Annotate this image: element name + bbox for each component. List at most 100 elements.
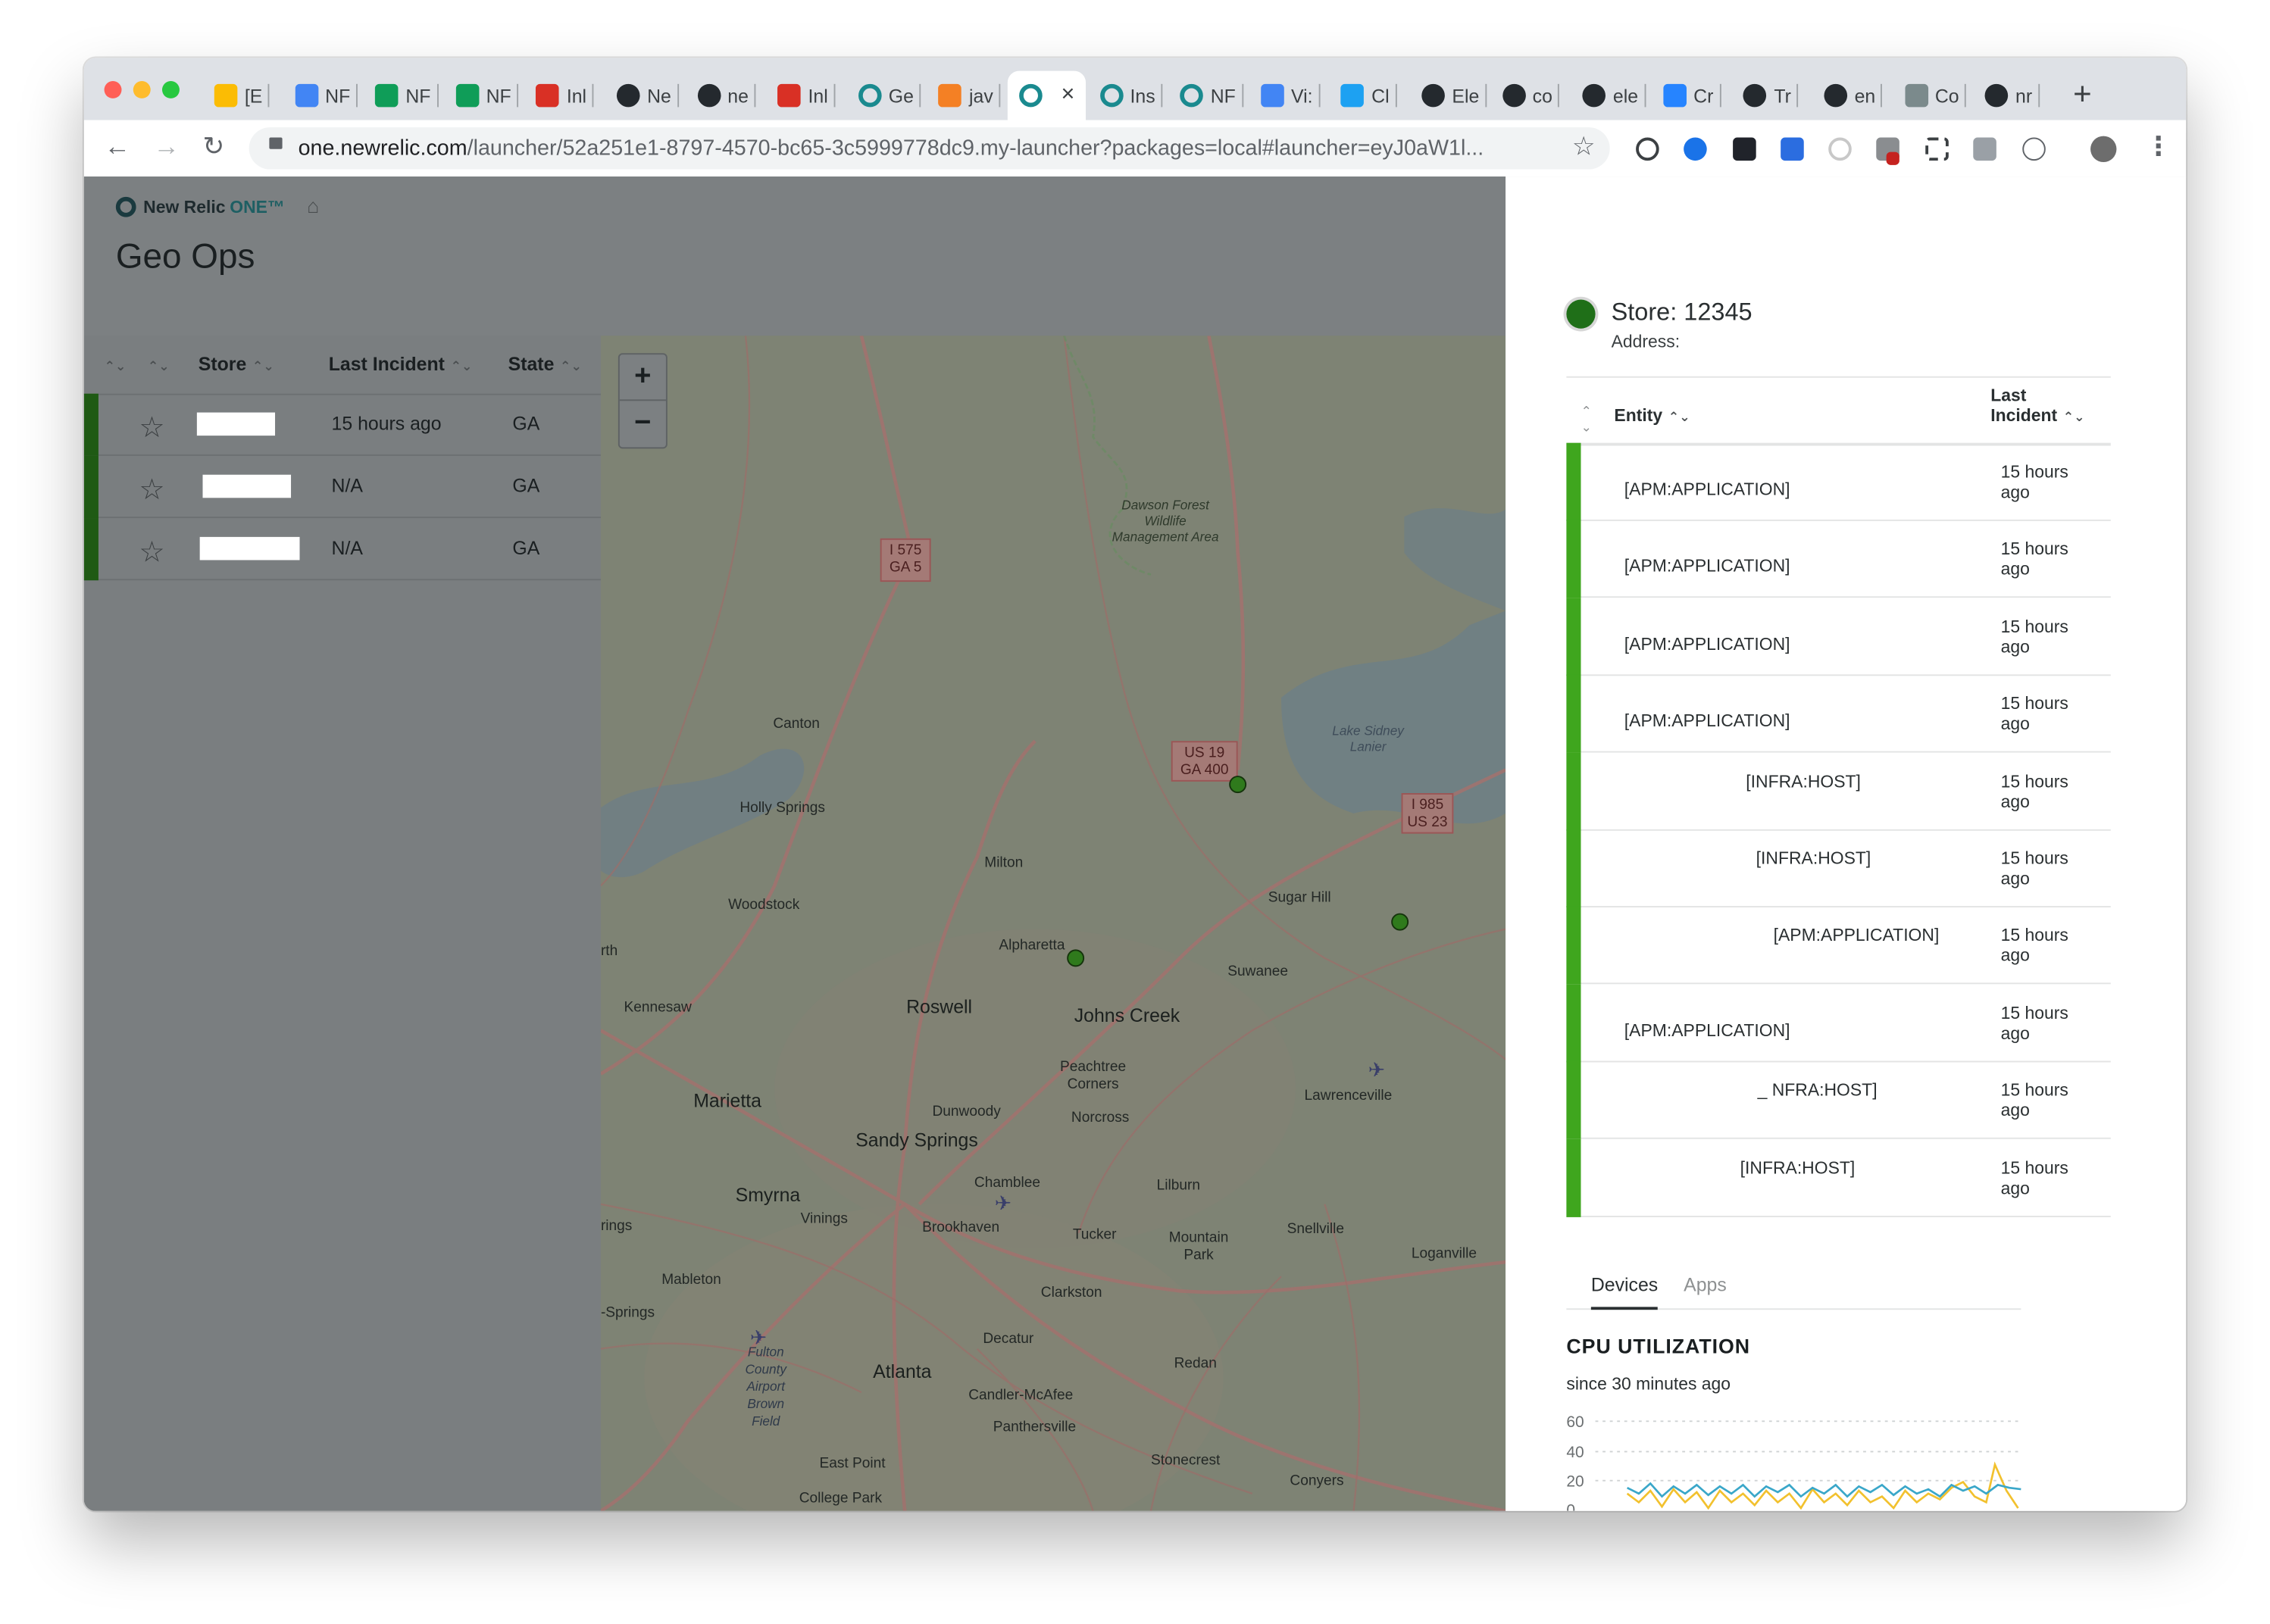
browser-tab[interactable]: en xyxy=(1824,78,1883,113)
close-tab-icon[interactable]: × xyxy=(1062,83,1075,108)
entity-row[interactable]: [INFRA:HOST] 15 hours ago xyxy=(1566,1138,2111,1217)
onepassword-extension-icon[interactable] xyxy=(1636,137,1659,161)
entity-row[interactable]: [APM:APPLICATION] 15 hours ago xyxy=(1566,983,2111,1063)
column-last-incident[interactable]: Last Incident ⌃⌄ xyxy=(329,353,473,375)
bookmark-star-icon[interactable]: ☆ xyxy=(1572,132,1596,162)
sort-column-health[interactable]: ⌃⌄ xyxy=(1581,404,1591,436)
browser-tab[interactable]: ele xyxy=(1582,78,1646,113)
entity-name[interactable]: _ NFRA:HOST] xyxy=(1758,1080,1878,1101)
minimize-window-button[interactable] xyxy=(133,80,151,98)
zoom-in-button[interactable]: + xyxy=(619,354,666,401)
browser-tab[interactable]: Inl xyxy=(777,78,836,113)
entity-name[interactable]: [APM:APPLICATION] xyxy=(1774,926,1940,946)
column-state[interactable]: State ⌃⌄ xyxy=(508,353,582,375)
column-entity[interactable]: Entity ⌃⌄ xyxy=(1614,405,1690,426)
entity-name[interactable]: [INFRA:HOST] xyxy=(1740,1157,1856,1178)
browser-tab[interactable]: ne xyxy=(697,78,756,113)
browser-tab[interactable]: Cr xyxy=(1663,78,1721,113)
back-button[interactable]: ← xyxy=(105,132,130,162)
new-tab-button[interactable]: + xyxy=(2073,75,2092,113)
state-cell: GA xyxy=(512,412,540,435)
table-row[interactable]: ☆ N/A GA xyxy=(83,518,601,581)
status-bar xyxy=(83,455,98,519)
entity-row[interactable]: [APM:APPLICATION] 15 hours ago xyxy=(1566,597,2111,676)
circle-extension-icon[interactable] xyxy=(1684,137,1707,161)
map-label: Vinings xyxy=(800,1211,848,1228)
sort-column-health[interactable]: ⌃⌄ xyxy=(98,353,127,375)
favorite-star-icon[interactable]: ☆ xyxy=(139,472,164,508)
redacted-store-id xyxy=(199,536,300,561)
browser-tab[interactable]: × xyxy=(1007,70,1087,120)
profile-avatar[interactable] xyxy=(2090,136,2117,162)
tab-apps[interactable]: Apps xyxy=(1684,1273,1727,1295)
tab-devices[interactable]: Devices xyxy=(1590,1273,1659,1310)
browser-tab[interactable]: co xyxy=(1502,78,1560,113)
timer-extension-icon[interactable] xyxy=(1828,137,1852,161)
screenshot-extension-icon[interactable] xyxy=(1925,137,1949,161)
entity-name[interactable]: [APM:APPLICATION] xyxy=(1624,1020,1790,1041)
maximize-window-button[interactable] xyxy=(161,80,180,98)
entity-row[interactable]: [APM:APPLICATION] 15 hours ago xyxy=(1566,442,2111,521)
entity-name[interactable]: [APM:APPLICATION] xyxy=(1624,479,1790,499)
browser-tab[interactable]: jav xyxy=(938,78,1001,113)
browser-tab[interactable]: Co xyxy=(1904,78,1967,113)
react-devtools-icon[interactable] xyxy=(1733,137,1756,161)
browser-tab[interactable]: Ins xyxy=(1099,78,1163,113)
docs-icon xyxy=(295,83,318,108)
redacted-store-id xyxy=(202,474,292,498)
favorite-star-icon[interactable]: ☆ xyxy=(139,410,164,446)
entity-name[interactable]: [INFRA:HOST] xyxy=(1756,848,1871,869)
store-marker[interactable] xyxy=(1391,913,1409,931)
bi-extension-icon[interactable] xyxy=(1781,137,1804,161)
home-icon[interactable]: ⌂ xyxy=(307,194,319,217)
table-row[interactable]: ☆ N/A GA xyxy=(83,455,601,519)
entity-row[interactable]: [INFRA:HOST] 15 hours ago xyxy=(1566,751,2111,830)
browser-tab[interactable]: [E xyxy=(214,78,270,113)
map-label: Tucker xyxy=(1072,1227,1117,1244)
browser-tab[interactable]: NF xyxy=(375,78,439,113)
entity-name[interactable]: [APM:APPLICATION] xyxy=(1624,633,1790,654)
store-marker[interactable] xyxy=(1229,776,1247,794)
new-relic-logo[interactable]: New Relic ONE™ xyxy=(115,196,285,217)
browser-tab[interactable]: Cl xyxy=(1341,78,1397,113)
map-label: East Point xyxy=(819,1456,886,1473)
favorite-star-icon[interactable]: ☆ xyxy=(139,534,164,570)
store-marker[interactable] xyxy=(1067,949,1085,967)
column-last-incident-label: Last Incident xyxy=(328,353,445,375)
entity-row[interactable]: [INFRA:HOST] 15 hours ago xyxy=(1566,829,2111,908)
browser-tab[interactable]: NF xyxy=(295,78,358,113)
column-last-incident[interactable]: Last Incident ⌃⌄ xyxy=(1990,385,2103,426)
map-label: Snellville xyxy=(1287,1221,1345,1238)
browser-tab[interactable]: NF xyxy=(1180,78,1243,113)
map-label: Lilburn xyxy=(1156,1178,1201,1195)
browser-tab[interactable]: Ge xyxy=(858,78,921,113)
store-detail-panel: Store: 12345 Address: ⌃ ⌄ Entity ⌃⌄ Last I… xyxy=(1506,176,2187,1511)
reload-button[interactable]: ↻ xyxy=(202,132,224,162)
tag-extension-icon[interactable] xyxy=(1973,137,1996,161)
zoom-out-button[interactable]: − xyxy=(620,401,666,445)
browser-menu-button[interactable]: ⋮ xyxy=(2146,132,2172,162)
entity-row[interactable]: [APM:APPLICATION] 15 hours ago xyxy=(1566,674,2111,753)
browser-tab[interactable]: nr xyxy=(1984,78,2040,113)
address-bar[interactable]: one.newrelic.com/launcher/52a251e1-8797-… xyxy=(249,127,1610,170)
a-extension-icon[interactable] xyxy=(2022,137,2046,161)
entity-name[interactable]: [APM:APPLICATION] xyxy=(1624,556,1790,576)
entity-row[interactable]: _ NFRA:HOST] 15 hours ago xyxy=(1566,1060,2111,1140)
browser-tab[interactable]: Tr xyxy=(1743,78,1799,113)
table-row[interactable]: ☆ 15 hours ago GA xyxy=(83,393,601,456)
close-window-button[interactable] xyxy=(104,80,122,98)
browser-tab[interactable]: Vi: xyxy=(1260,78,1321,113)
browser-tab[interactable]: Inl xyxy=(536,78,594,113)
column-store[interactable]: Store ⌃⌄ xyxy=(199,353,274,375)
sort-column-favorite[interactable]: ⌃⌄ xyxy=(142,353,170,375)
browser-tab[interactable]: NF xyxy=(455,78,519,113)
entity-name[interactable]: [INFRA:HOST] xyxy=(1746,771,1861,792)
entity-row[interactable]: [APM:APPLICATION] 15 hours ago xyxy=(1566,906,2111,985)
browser-tab[interactable]: Ne xyxy=(616,78,679,113)
store-map[interactable]: ✈ ✈ ✈ I 575 GA 5 US 19 GA 400 I 985 US 23 D… xyxy=(600,336,1506,1511)
entity-name[interactable]: [APM:APPLICATION] xyxy=(1624,711,1790,732)
sort-icon: ⌃⌄ xyxy=(104,358,127,373)
browser-tab[interactable]: Ele xyxy=(1421,78,1487,113)
forward-button[interactable]: → xyxy=(154,132,180,162)
entity-row[interactable]: [APM:APPLICATION] 15 hours ago xyxy=(1566,520,2111,598)
